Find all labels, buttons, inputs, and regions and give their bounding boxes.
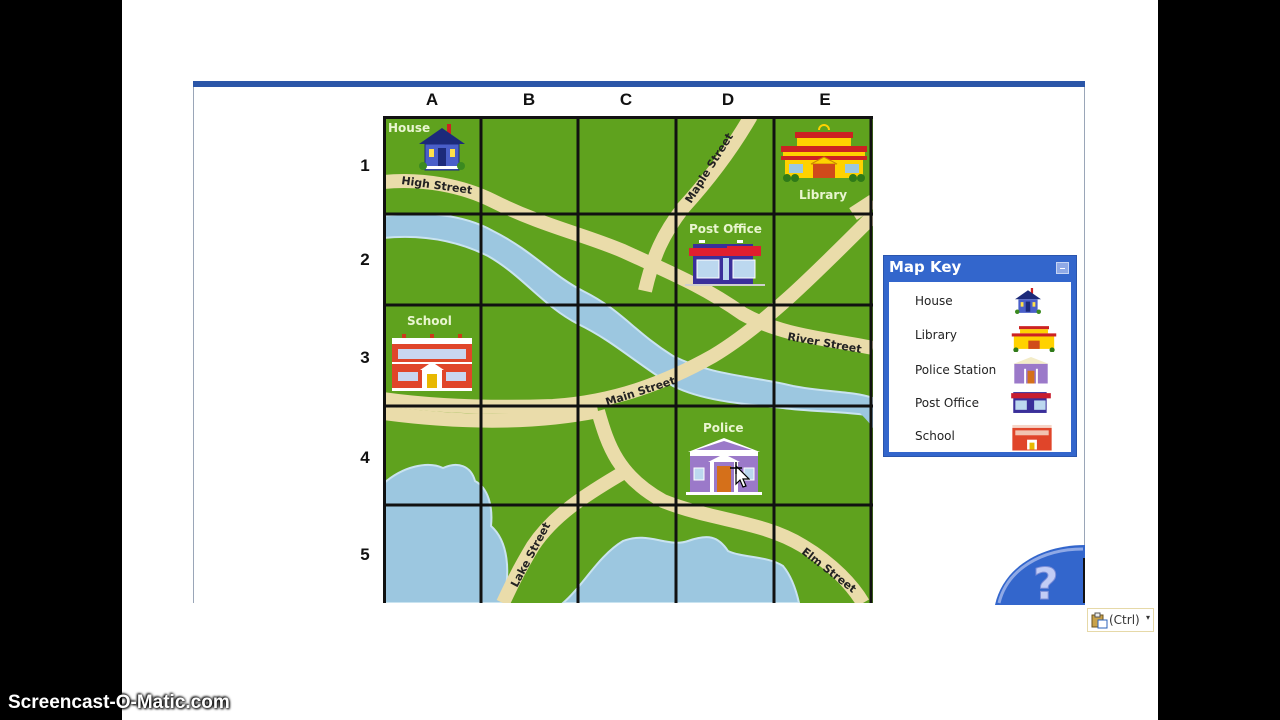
police-station-icon (1012, 357, 1050, 385)
column-label-d: D (721, 90, 735, 109)
map-key-label: Library (915, 328, 957, 342)
map-key-label: House (915, 294, 953, 308)
row-label-2: 2 (360, 250, 370, 269)
place-label-police: Police (703, 421, 744, 435)
map-key-item-police-station[interactable]: Police Station (889, 355, 1071, 385)
question-mark-icon: ? (1033, 559, 1059, 605)
post-office-icon[interactable] (685, 240, 765, 286)
school-icon (1012, 424, 1052, 451)
clipboard-icon (1091, 612, 1108, 629)
map-key-label: School (915, 429, 955, 443)
chevron-down-icon: ▾ (1146, 613, 1151, 622)
help-button-edge (1083, 558, 1085, 603)
place-label-library: Library (799, 188, 847, 202)
map-key-item-house[interactable]: House (889, 286, 1071, 316)
row-label-1: 1 (360, 156, 370, 175)
row-label-5: 5 (360, 545, 370, 564)
map-key-title: Map Key (889, 258, 962, 276)
map-key-item-school[interactable]: School (889, 421, 1071, 451)
panel-top-border (193, 81, 1085, 87)
mouse-cursor-icon (730, 462, 750, 488)
town-map: High Street Maple Street River Street Ma… (383, 116, 873, 603)
column-label-b: B (522, 90, 536, 109)
paste-options-label: (Ctrl) (1109, 613, 1140, 627)
place-label-house: House (388, 121, 430, 135)
paste-options-button[interactable]: (Ctrl) ▾ (1087, 608, 1154, 632)
column-label-e: E (819, 90, 831, 109)
place-label-post-office: Post Office (689, 222, 762, 236)
place-label-school: School (407, 314, 452, 328)
watermark: Screencast-O-Matic.com (8, 692, 230, 713)
column-label-a: A (425, 90, 439, 109)
map-key-item-library[interactable]: Library (889, 320, 1071, 352)
row-label-4: 4 (360, 448, 370, 467)
map-key-label: Post Office (915, 396, 979, 410)
house-icon (1015, 288, 1041, 314)
map-key-panel: Map Key House Library Police Station Pos… (883, 255, 1077, 457)
map-key-item-post-office[interactable]: Post Office (889, 388, 1071, 418)
library-icon (1011, 326, 1057, 352)
map-key-body: House Library Police Station Post Office… (889, 282, 1071, 452)
help-button[interactable]: ? (995, 543, 1085, 605)
school-icon[interactable] (392, 334, 472, 391)
column-label-c: C (619, 90, 633, 109)
row-label-3: 3 (360, 348, 370, 367)
post-office-icon (1011, 392, 1051, 413)
map-key-label: Police Station (915, 363, 997, 377)
minimize-button[interactable] (1056, 262, 1069, 274)
